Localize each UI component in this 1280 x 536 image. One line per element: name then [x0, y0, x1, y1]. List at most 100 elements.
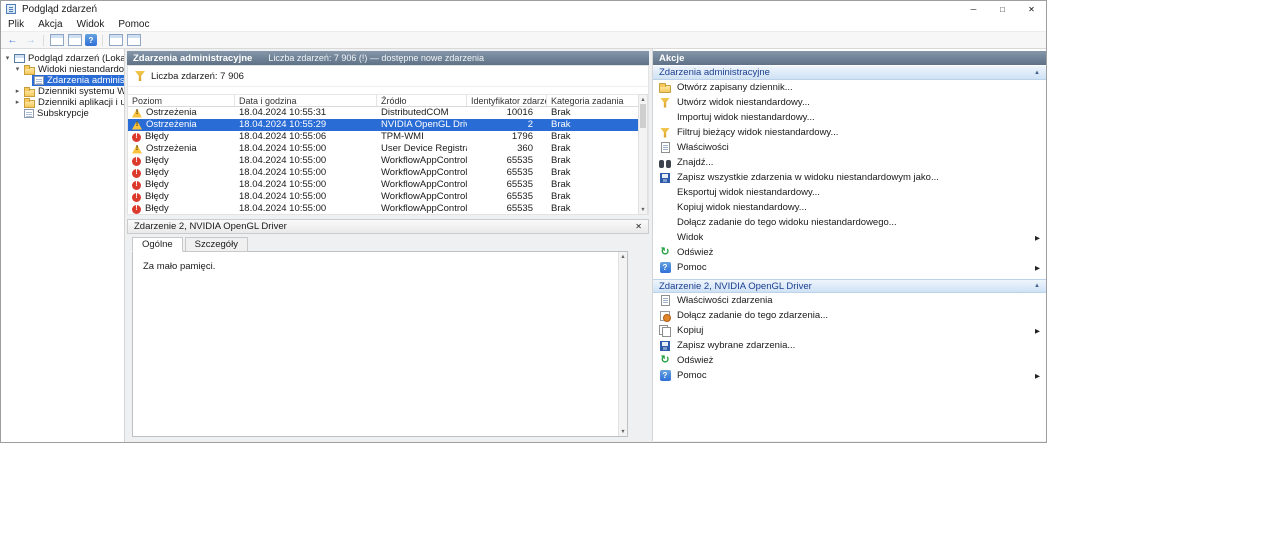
action-item[interactable]: ↻ Odśwież	[653, 353, 1046, 368]
menu-item[interactable]: Akcja	[31, 19, 69, 30]
back-icon[interactable]: ←	[5, 34, 20, 47]
action-item[interactable]: ? Pomoc ▶	[653, 368, 1046, 383]
action-item[interactable]: Dołącz zadanie do tego widoku niestandar…	[653, 215, 1046, 230]
main-content: ▾ Podgląd zdarzeń (Lokalny) ▾ Widoki niesta…	[1, 49, 1046, 442]
action-item[interactable]: Filtruj bieżący widok niestandardowy...	[653, 125, 1046, 140]
action-item-label: Właściwości zdarzenia	[677, 295, 773, 306]
level-cell: Błędy	[128, 155, 235, 167]
event-id-cell: 65535	[506, 167, 533, 178]
action-item[interactable]: Zapisz wszystkie zdarzenia w widoku nies…	[653, 170, 1046, 185]
tree-item-label: Dzienniki systemu Windows	[38, 86, 124, 97]
tree-item[interactable]: ▾ Podgląd zdarzeń (Lokalny)	[1, 53, 124, 64]
show-action-pane-icon[interactable]	[108, 34, 123, 47]
scroll-down-icon[interactable]: ▼	[619, 427, 627, 436]
action-icon-slot	[659, 217, 671, 229]
action-item[interactable]: Dołącz zadanie do tego zdarzenia...	[653, 308, 1046, 323]
action-item[interactable]: Widok ▶	[653, 230, 1046, 245]
action-section-header[interactable]: Zdarzenie 2, NVIDIA OpenGL Driver ▲	[653, 279, 1046, 293]
action-item[interactable]: Właściwości zdarzenia	[653, 293, 1046, 308]
forward-icon[interactable]: →	[23, 34, 38, 47]
scroll-thumb[interactable]	[640, 104, 646, 128]
close-preview-icon[interactable]: ✕	[635, 222, 642, 231]
column-header[interactable]: Kategoria zadania	[547, 95, 648, 106]
source-cell: DistributedCOM	[381, 107, 449, 118]
open-log-icon	[659, 83, 671, 93]
event-row[interactable]: Ostrzeżenia 18.04.2024 10:55:29 NVIDIA Ope…	[128, 119, 648, 131]
action-item[interactable]: Kopiuj ▶	[653, 323, 1046, 338]
date-cell: 18.04.2024 10:55:00	[239, 155, 327, 166]
export-list-icon[interactable]	[67, 34, 82, 47]
action-item[interactable]: ↻ Odśwież	[653, 245, 1046, 260]
scroll-track[interactable]	[619, 261, 627, 427]
event-row[interactable]: Błędy 18.04.2024 10:55:00 WorkflowAppContr…	[128, 155, 648, 167]
event-message: Za mało pamięci.	[143, 261, 216, 272]
console-tree: ▾ Podgląd zdarzeń (Lokalny) ▾ Widoki niesta…	[1, 49, 125, 442]
action-item[interactable]: Właściwości	[653, 140, 1046, 155]
column-header[interactable]: Data i godzina	[235, 95, 377, 106]
tree-item[interactable]: ▸ Dzienniki aplikacji i usług	[1, 97, 124, 108]
tree-item[interactable]: ▸ Dzienniki systemu Windows	[1, 86, 124, 97]
warning-icon	[132, 144, 142, 154]
expander-icon[interactable]: ▾	[3, 53, 12, 64]
folder-icon	[24, 64, 35, 75]
level-label: Ostrzeżenia	[146, 107, 197, 118]
maximize-button[interactable]: □	[988, 1, 1017, 17]
event-row[interactable]: Ostrzeżenia 18.04.2024 10:55:00 User Devic…	[128, 143, 648, 155]
help-icon[interactable]: ?	[85, 34, 97, 46]
event-row[interactable]: Błędy 18.04.2024 10:55:00 WorkflowAppContr…	[128, 167, 648, 179]
event-row[interactable]: Błędy 18.04.2024 10:55:00 WorkflowAppContr…	[128, 191, 648, 203]
action-item-label: Kopiuj	[677, 325, 704, 336]
scroll-down-icon[interactable]: ▼	[639, 205, 647, 214]
tree-item[interactable]: Zdarzenia administracyjne	[1, 75, 124, 86]
expander-icon[interactable]: ▸	[13, 86, 22, 97]
action-item[interactable]: Utwórz widok niestandardowy...	[653, 95, 1046, 110]
action-section-header[interactable]: Zdarzenia administracyjne ▲	[653, 66, 1046, 80]
action-item[interactable]: Eksportuj widok niestandardowy...	[653, 185, 1046, 200]
scroll-track[interactable]	[639, 128, 647, 205]
scroll-up-icon[interactable]: ▲	[639, 95, 647, 104]
column-header[interactable]: Identyfikator zdarzenia	[467, 95, 547, 106]
menu-item[interactable]: Plik	[1, 19, 31, 30]
menu-item[interactable]: Pomoc	[111, 19, 156, 30]
preview-pane-header: Zdarzenie 2, NVIDIA OpenGL Driver ✕	[127, 219, 649, 234]
action-item[interactable]: Zapisz wybrane zdarzenia...	[653, 338, 1046, 353]
column-header[interactable]: Źródło	[377, 95, 467, 106]
event-row[interactable]: Błędy 18.04.2024 10:55:00 WorkflowAppContr…	[128, 203, 648, 215]
show-console-tree-icon[interactable]	[49, 34, 64, 47]
action-icon-slot	[659, 325, 671, 337]
titlebar[interactable]: Podgląd zdarzeń ─ □ ✕	[1, 1, 1046, 17]
event-row[interactable]: Ostrzeżenia 18.04.2024 10:55:31 Distribute…	[128, 107, 648, 119]
tab-general[interactable]: Ogólne	[132, 237, 183, 252]
menu-item[interactable]: Widok	[70, 19, 112, 30]
action-item[interactable]: Znajdź...	[653, 155, 1046, 170]
tab-details[interactable]: Szczegóły	[184, 237, 248, 252]
scroll-up-icon[interactable]: ▲	[619, 252, 627, 261]
column-header[interactable]: Poziom	[128, 95, 235, 106]
collapse-icon[interactable]: ▲	[1034, 70, 1040, 76]
event-table: Ostrzeżenia 18.04.2024 10:55:31 Distribute…	[128, 107, 648, 215]
help-icon: ?	[659, 262, 671, 273]
level-label: Błędy	[145, 167, 169, 178]
tree-item[interactable]: Subskrypcje	[1, 108, 124, 119]
action-item[interactable]: Otwórz zapisany dziennik...	[653, 80, 1046, 95]
toolbar-separator	[102, 34, 103, 46]
preview-pane-icon[interactable]	[126, 34, 141, 47]
expander-icon[interactable]: ▸	[13, 97, 22, 108]
collapse-icon[interactable]: ▲	[1034, 283, 1040, 289]
expander-icon[interactable]: ▾	[13, 64, 22, 75]
submenu-arrow-icon: ▶	[1035, 372, 1040, 380]
event-id-cell: 65535	[506, 155, 533, 166]
action-item[interactable]: Kopiuj widok niestandardowy...	[653, 200, 1046, 215]
event-row[interactable]: Błędy 18.04.2024 10:55:06 TPM-WMI 1796 Brak	[128, 131, 648, 143]
error-icon	[132, 156, 141, 166]
detail-scrollbar[interactable]: ▲ ▼	[618, 252, 627, 436]
action-item[interactable]: ? Pomoc ▶	[653, 260, 1046, 275]
source-cell: WorkflowAppControl	[381, 203, 467, 214]
minimize-button[interactable]: ─	[959, 1, 988, 17]
close-button[interactable]: ✕	[1017, 1, 1046, 17]
tree-item-label: Widoki niestandardowe	[38, 64, 124, 75]
action-item[interactable]: Importuj widok niestandardowy...	[653, 110, 1046, 125]
tree-item[interactable]: ▾ Widoki niestandardowe	[1, 64, 124, 75]
event-row[interactable]: Błędy 18.04.2024 10:55:00 WorkflowAppContr…	[128, 179, 648, 191]
event-list-scrollbar[interactable]: ▲ ▼	[638, 94, 648, 215]
